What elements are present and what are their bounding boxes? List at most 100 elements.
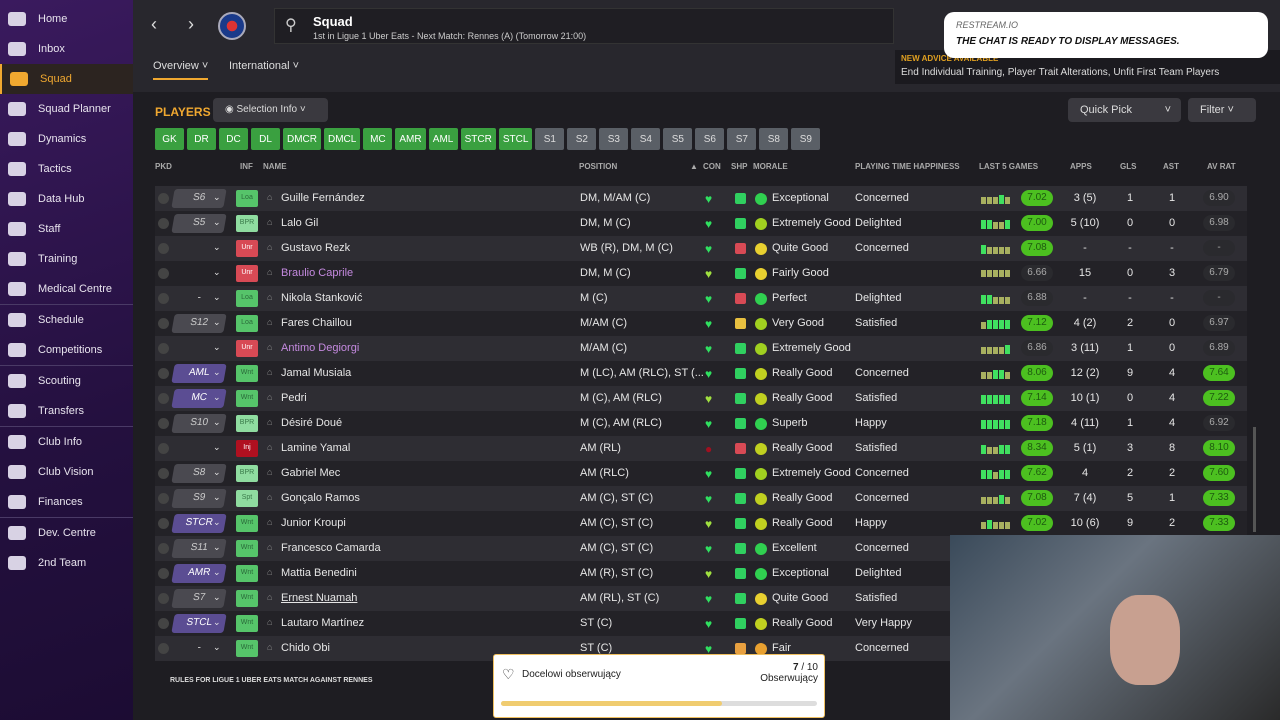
chevron-down-icon[interactable]: ⌄ [213, 367, 221, 378]
table-row[interactable]: MC ⌄ Wnt ⌂ Pedri M (C), AM (RLC) ♥ Really Good S… [155, 386, 1247, 411]
player-name[interactable]: Nikola Stanković [281, 292, 362, 304]
pick-checkbox[interactable] [158, 218, 169, 229]
position-button-s5[interactable]: S5 [663, 128, 693, 150]
club-crest[interactable] [218, 12, 246, 40]
col-last5[interactable]: LAST 5 GAMES [979, 162, 1038, 171]
col-shp[interactable]: SHP [731, 162, 747, 171]
table-row[interactable]: ⌄ Unr ⌂ Antimo Degiorgi M/AM (C) ♥ Extremely G… [155, 336, 1247, 361]
sidebar-item-competitions[interactable]: Competitions [0, 335, 133, 365]
player-name[interactable]: Mattia Benedini [281, 567, 357, 579]
position-button-dr[interactable]: DR [187, 128, 216, 150]
player-name[interactable]: Fares Chaillou [281, 317, 352, 329]
col-gls[interactable]: GLS [1120, 162, 1136, 171]
pick-checkbox[interactable] [158, 318, 169, 329]
player-name[interactable]: Braulio Caprile [281, 267, 353, 279]
pick-checkbox[interactable] [158, 193, 169, 204]
position-button-s2[interactable]: S2 [567, 128, 597, 150]
player-name[interactable]: Guille Fernández [281, 192, 365, 204]
sidebar-item-scouting[interactable]: Scouting [0, 366, 133, 396]
player-name[interactable]: Ernest Nuamah [281, 592, 357, 604]
player-name[interactable]: Jamal Musiala [281, 367, 351, 379]
chevron-down-icon[interactable]: ⌄ [213, 392, 221, 403]
col-ast[interactable]: AST [1163, 162, 1179, 171]
chevron-down-icon[interactable]: ⌄ [213, 442, 221, 453]
sidebar-item-squad[interactable]: Squad [0, 64, 133, 94]
sidebar-item-medical-centre[interactable]: Medical Centre [0, 274, 133, 304]
position-button-s6[interactable]: S6 [695, 128, 725, 150]
position-button-dmcr[interactable]: DMCR [283, 128, 321, 150]
chevron-down-icon[interactable]: ⌄ [213, 517, 221, 528]
table-row[interactable]: ⌄ Unr ⌂ Braulio Caprile DM, M (C) ♥ Fairly Goo… [155, 261, 1247, 286]
player-name[interactable]: Junior Kroupi [281, 517, 346, 529]
sidebar-item-squad-planner[interactable]: Squad Planner [0, 94, 133, 124]
table-row[interactable]: ⌄ Inj ⌂ Lamine Yamal AM (RL) ● Really Good Sati… [155, 436, 1247, 461]
pick-checkbox[interactable] [158, 593, 169, 604]
sidebar-item-club-info[interactable]: Club Info [0, 427, 133, 457]
position-button-dl[interactable]: DL [251, 128, 280, 150]
table-row[interactable]: S9 ⌄ Spt ⌂ Gonçalo Ramos AM (C), ST (C) ♥ Reall… [155, 486, 1247, 511]
col-inf[interactable]: INF [240, 162, 253, 171]
col-morale[interactable]: MORALE [753, 162, 788, 171]
position-button-s7[interactable]: S7 [727, 128, 757, 150]
player-name[interactable]: Chido Obi [281, 642, 330, 654]
col-apps[interactable]: APPS [1070, 162, 1092, 171]
sidebar-item-home[interactable]: Home [0, 4, 133, 34]
position-button-mc[interactable]: MC [363, 128, 393, 150]
sidebar-item-schedule[interactable]: Schedule [0, 305, 133, 335]
sidebar-item-club-vision[interactable]: Club Vision [0, 457, 133, 487]
table-row[interactable]: S12 ⌄ Loa ⌂ Fares Chaillou M/AM (C) ♥ Very Good… [155, 311, 1247, 336]
position-button-s3[interactable]: S3 [599, 128, 629, 150]
table-row[interactable]: STCR ⌄ Wnt ⌂ Junior Kroupi AM (C), ST (C) ♥ Rea… [155, 511, 1247, 536]
chevron-down-icon[interactable]: ˅ [1165, 104, 1171, 116]
selection-info-button[interactable]: ◉ Selection Info ˅ [213, 98, 328, 122]
tab-international[interactable]: International ˅ [229, 60, 299, 72]
chevron-down-icon[interactable]: ⌄ [213, 617, 221, 628]
position-button-stcr[interactable]: STCR [460, 128, 496, 150]
position-button-s4[interactable]: S4 [631, 128, 661, 150]
pick-checkbox[interactable] [158, 343, 169, 354]
player-name[interactable]: Gustavo Rezk [281, 242, 350, 254]
chevron-down-icon[interactable]: ⌄ [213, 292, 221, 303]
table-row[interactable]: AML ⌄ Wnt ⌂ Jamal Musiala M (LC), AM (RLC), S… [155, 361, 1247, 386]
pick-checkbox[interactable] [158, 468, 169, 479]
table-row[interactable]: S10 ⌄ BPR ⌂ Désiré Doué M (C), AM (RLC) ♥ Super… [155, 411, 1247, 436]
col-pkd[interactable]: PKD [155, 162, 172, 171]
back-button[interactable]: ‹ [151, 14, 157, 35]
col-name[interactable]: NAME [263, 162, 287, 171]
chevron-down-icon[interactable]: ⌄ [213, 642, 221, 653]
chevron-down-icon[interactable]: ⌄ [213, 217, 221, 228]
chevron-down-icon[interactable]: ⌄ [213, 542, 221, 553]
pick-checkbox[interactable] [158, 518, 169, 529]
forward-button[interactable]: › [188, 14, 194, 35]
pick-checkbox[interactable] [158, 293, 169, 304]
pick-checkbox[interactable] [158, 618, 169, 629]
filter-button[interactable]: Filter ˅ [1188, 98, 1256, 122]
col-pth[interactable]: PLAYING TIME HAPPINESS [855, 162, 960, 171]
sidebar-item-dev-centre[interactable]: Dev. Centre [0, 518, 133, 548]
position-button-aml[interactable]: AML [428, 128, 458, 150]
chevron-down-icon[interactable]: ⌄ [213, 242, 221, 253]
table-row[interactable]: S6 ⌄ Loa ⌂ Guille Fernández DM, M/AM (C) ♥ Exce… [155, 186, 1247, 211]
pick-checkbox[interactable] [158, 443, 169, 454]
position-button-s9[interactable]: S9 [791, 128, 821, 150]
chevron-down-icon[interactable]: ⌄ [213, 492, 221, 503]
position-button-dc[interactable]: DC [219, 128, 248, 150]
player-name[interactable]: Lalo Gil [281, 217, 318, 229]
sidebar-item-transfers[interactable]: Transfers [0, 396, 133, 426]
sidebar-item-finances[interactable]: Finances [0, 487, 133, 517]
chevron-down-icon[interactable]: ⌄ [213, 417, 221, 428]
position-button-amr[interactable]: AMR [395, 128, 426, 150]
player-name[interactable]: Gabriel Mec [281, 467, 340, 479]
chevron-down-icon[interactable]: ⌄ [213, 317, 221, 328]
player-name[interactable]: Lamine Yamal [281, 442, 350, 454]
sidebar-item-staff[interactable]: Staff [0, 214, 133, 244]
chevron-down-icon[interactable]: ⌄ [213, 592, 221, 603]
chevron-down-icon[interactable]: ⌄ [213, 567, 221, 578]
pick-checkbox[interactable] [158, 268, 169, 279]
pick-checkbox[interactable] [158, 243, 169, 254]
table-row[interactable]: S8 ⌄ BPR ⌂ Gabriel Mec AM (RLC) ♥ Extremely Goo… [155, 461, 1247, 486]
player-name[interactable]: Lautaro Martínez [281, 617, 364, 629]
player-name[interactable]: Pedri [281, 392, 307, 404]
search-bar[interactable]: ⚲ Squad 1st in Ligue 1 Uber Eats - Next … [274, 8, 894, 44]
position-button-s1[interactable]: S1 [535, 128, 565, 150]
